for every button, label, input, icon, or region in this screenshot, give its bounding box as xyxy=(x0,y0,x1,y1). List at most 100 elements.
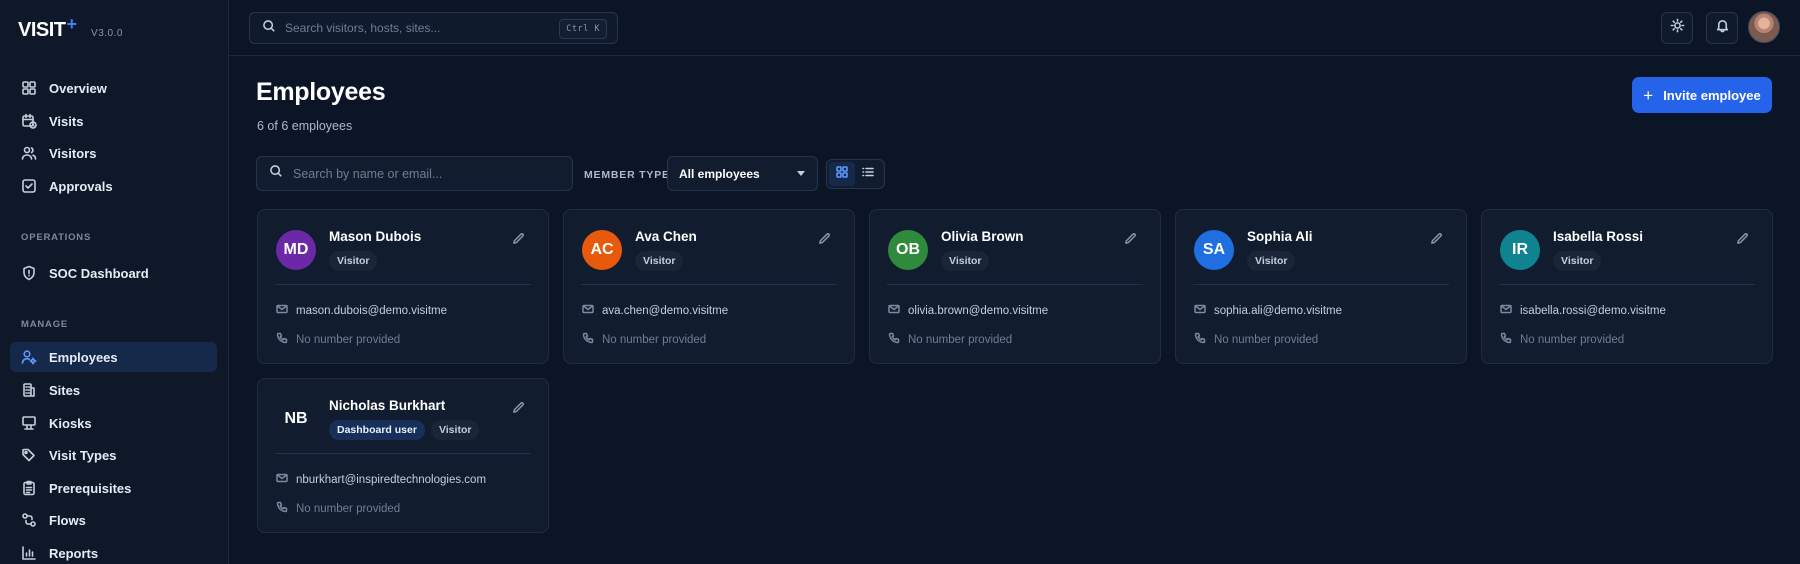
employee-phone-row: No number provided xyxy=(582,332,706,347)
shield-icon xyxy=(21,265,37,281)
flow-icon xyxy=(21,512,37,528)
sidebar: VISIT + V3.0.0 Overview Visits Visitors … xyxy=(0,0,229,564)
employee-avatar: MD xyxy=(276,230,316,270)
sidebar-item-label: Approvals xyxy=(49,178,113,194)
employee-card[interactable]: OB Olivia Brown Visitor olivia.brown@dem… xyxy=(869,209,1161,364)
mail-icon xyxy=(888,303,908,318)
sidebar-item-kiosks[interactable]: Kiosks xyxy=(10,408,217,438)
employee-phone: No number provided xyxy=(602,333,707,346)
employee-email: sophia.ali@demo.visitme xyxy=(1214,304,1343,317)
edit-employee-button[interactable] xyxy=(512,401,526,415)
tags-icon xyxy=(21,447,37,463)
mail-icon xyxy=(1194,303,1214,318)
sidebar-item-label: Kiosks xyxy=(49,415,92,431)
phone-icon xyxy=(1500,332,1520,347)
employee-name: Mason Dubois xyxy=(329,229,422,244)
edit-employee-button[interactable] xyxy=(1736,232,1750,246)
app-logo[interactable]: VISIT + V3.0.0 xyxy=(18,14,123,43)
users-icon xyxy=(21,145,37,161)
employee-name: Ava Chen xyxy=(635,229,697,244)
member-type-select[interactable]: All employees xyxy=(667,156,818,191)
pencil-icon xyxy=(818,232,831,249)
card-divider xyxy=(1193,284,1449,285)
employee-card[interactable]: MD Mason Dubois Visitor mason.dubois@dem… xyxy=(257,209,549,364)
mail-icon xyxy=(582,303,602,318)
mail-icon xyxy=(1500,303,1520,318)
grid-icon xyxy=(21,80,37,96)
sidebar-item-soc-dashboard[interactable]: SOC Dashboard xyxy=(10,258,217,288)
employee-email: nburkhart@inspiredtechnologies.com xyxy=(296,473,487,486)
list-view-button[interactable] xyxy=(855,162,881,186)
role-badges: Visitor xyxy=(1553,251,1602,271)
employee-email: olivia.brown@demo.visitme xyxy=(908,304,1049,317)
sidebar-item-label: Visit Types xyxy=(49,447,117,463)
notifications-button[interactable] xyxy=(1706,12,1738,44)
chevron-down-icon xyxy=(797,171,805,176)
employee-card[interactable]: NB Nicholas Burkhart Dashboard user Visit… xyxy=(257,378,549,533)
page-title: Employees xyxy=(256,78,386,106)
edit-employee-button[interactable] xyxy=(512,232,526,246)
mail-icon xyxy=(276,303,296,318)
user-avatar[interactable] xyxy=(1748,11,1780,43)
phone-icon xyxy=(276,332,296,347)
employee-email-row: mason.dubois@demo.visitme xyxy=(276,303,447,318)
edit-employee-button[interactable] xyxy=(818,232,832,246)
list-icon xyxy=(862,165,874,183)
edit-employee-button[interactable] xyxy=(1430,232,1444,246)
building-icon xyxy=(21,382,37,398)
employee-avatar: OB xyxy=(888,230,928,270)
theme-toggle-button[interactable] xyxy=(1661,12,1693,44)
sidebar-item-visits[interactable]: Visits xyxy=(10,106,217,136)
pencil-icon xyxy=(1124,232,1137,249)
employee-phone: No number provided xyxy=(296,333,401,346)
employee-email-row: isabella.rossi@demo.visitme xyxy=(1500,303,1666,318)
sidebar-item-reports[interactable]: Reports xyxy=(10,538,217,564)
invite-employee-button[interactable]: + Invite employee xyxy=(1632,77,1772,113)
employee-card[interactable]: IR Isabella Rossi Visitor isabella.rossi… xyxy=(1481,209,1773,364)
employee-name: Isabella Rossi xyxy=(1553,229,1644,244)
employee-search[interactable] xyxy=(256,156,573,191)
employee-email-row: ava.chen@demo.visitme xyxy=(582,303,728,318)
logo-text: VISIT xyxy=(18,19,66,41)
global-search-input[interactable] xyxy=(285,21,555,35)
member-type-value: All employees xyxy=(679,166,760,181)
card-divider xyxy=(275,453,531,454)
employee-card[interactable]: AC Ava Chen Visitor ava.chen@demo.visitm… xyxy=(563,209,855,364)
employee-count: 6 of 6 employees xyxy=(257,119,353,133)
sidebar-item-label: Visitors xyxy=(49,145,97,161)
phone-icon xyxy=(1194,332,1214,347)
phone-icon xyxy=(582,332,602,347)
role-badges: Visitor xyxy=(329,251,378,271)
sidebar-item-label: Overview xyxy=(49,80,107,96)
employee-email-row: olivia.brown@demo.visitme xyxy=(888,303,1048,318)
keyboard-shortcut: Ctrl K xyxy=(559,19,607,39)
sidebar-item-employees[interactable]: Employees xyxy=(10,342,217,372)
sidebar-item-visitors[interactable]: Visitors xyxy=(10,138,217,168)
section-heading-operations: OPERATIONS xyxy=(21,232,92,243)
employee-phone-row: No number provided xyxy=(276,501,400,516)
role-badge: Dashboard user xyxy=(329,420,425,440)
search-icon xyxy=(269,164,283,183)
grid-view-button[interactable] xyxy=(829,162,855,186)
pencil-icon xyxy=(512,232,525,249)
sidebar-item-label: Prerequisites xyxy=(49,480,132,496)
pencil-icon xyxy=(1736,232,1749,249)
employee-search-input[interactable] xyxy=(293,166,553,181)
grid-icon xyxy=(836,165,848,183)
employee-card[interactable]: SA Sophia Ali Visitor sophia.ali@demo.vi… xyxy=(1175,209,1467,364)
global-search[interactable]: Ctrl K xyxy=(249,12,618,44)
sidebar-item-flows[interactable]: Flows xyxy=(10,505,217,535)
app-version: V3.0.0 xyxy=(91,28,123,39)
sidebar-item-approvals[interactable]: Approvals xyxy=(10,171,217,201)
topbar: Ctrl K xyxy=(229,0,1800,56)
sidebar-item-prerequisites[interactable]: Prerequisites xyxy=(10,473,217,503)
sidebar-item-visit-types[interactable]: Visit Types xyxy=(10,440,217,470)
member-type-label: MEMBER TYPE xyxy=(584,169,670,181)
edit-employee-button[interactable] xyxy=(1124,232,1138,246)
sidebar-item-overview[interactable]: Overview xyxy=(10,73,217,103)
user-cog-icon xyxy=(21,349,37,365)
sidebar-item-sites[interactable]: Sites xyxy=(10,375,217,405)
logo-plus: + xyxy=(66,14,78,34)
role-badges: Visitor xyxy=(941,251,990,271)
employee-phone-row: No number provided xyxy=(1194,332,1318,347)
